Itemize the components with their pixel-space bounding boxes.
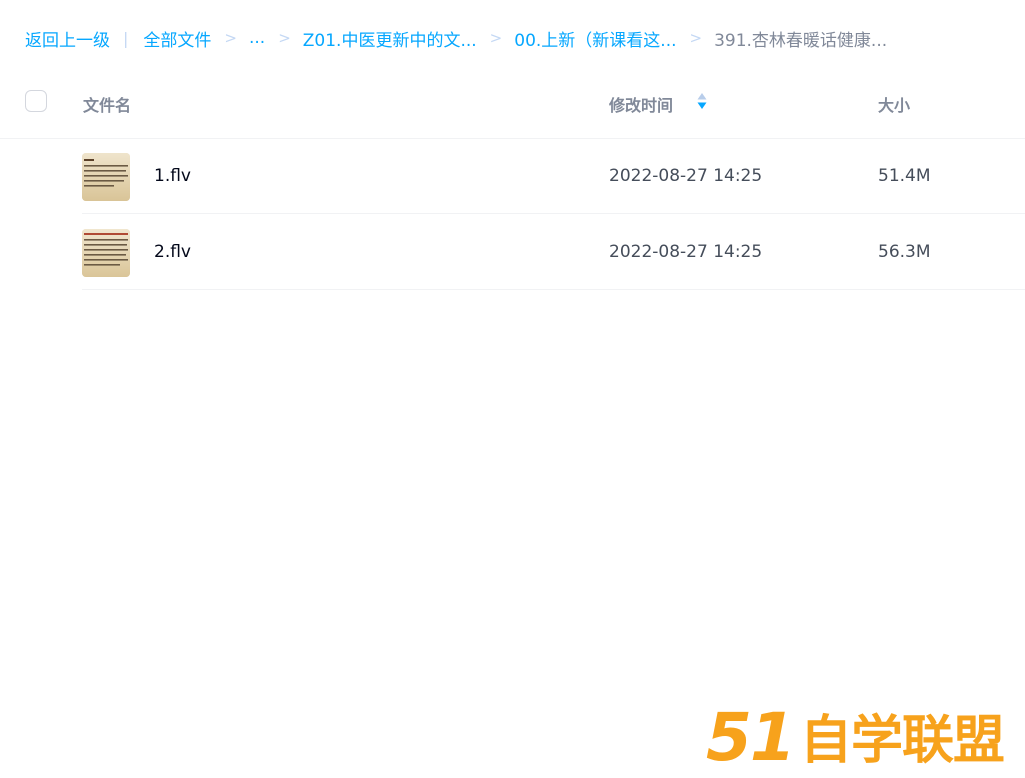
breadcrumb-ellipsis[interactable]: ... bbox=[249, 28, 265, 48]
file-list-header: 文件名 修改时间 大小 bbox=[0, 80, 1025, 139]
breadcrumb-all-files[interactable]: 全部文件 bbox=[143, 26, 211, 51]
file-name[interactable]: 1.flv bbox=[154, 166, 191, 186]
video-thumbnail-icon bbox=[82, 229, 130, 277]
file-row[interactable]: 1.flv 2022-08-27 14:25 51.4M bbox=[82, 138, 1025, 214]
breadcrumb-current: 391.杏林春暖话健康... bbox=[714, 30, 888, 51]
file-name[interactable]: 2.flv bbox=[154, 242, 191, 262]
svg-text:自学联盟: 自学联盟 bbox=[800, 711, 1004, 771]
column-header-name[interactable]: 文件名 bbox=[83, 92, 131, 116]
file-modified-time: 2022-08-27 14:25 bbox=[609, 166, 763, 186]
breadcrumb: 返回上一级 | 全部文件 > ... > Z01.中医更新中的文... > 00… bbox=[25, 24, 887, 52]
chevron-right-icon: > bbox=[489, 29, 503, 47]
video-thumbnail-icon bbox=[82, 153, 130, 201]
column-header-modified[interactable]: 修改时间 bbox=[609, 92, 673, 116]
chevron-right-icon: > bbox=[278, 29, 291, 47]
file-modified-time: 2022-08-27 14:25 bbox=[609, 242, 763, 262]
sort-icon[interactable] bbox=[697, 92, 707, 110]
back-link[interactable]: 返回上一级 bbox=[25, 26, 110, 51]
watermark-logo: 51 自学联盟 bbox=[706, 699, 1005, 772]
file-row[interactable]: 2.flv 2022-08-27 14:25 56.3M bbox=[82, 214, 1025, 290]
breadcrumb-level-2[interactable]: 00.上新（新课看这... bbox=[514, 26, 676, 51]
chevron-right-icon: > bbox=[689, 29, 703, 47]
select-all-checkbox[interactable] bbox=[25, 90, 47, 112]
breadcrumb-level-1[interactable]: Z01.中医更新中的文... bbox=[303, 26, 477, 51]
breadcrumb-divider: | bbox=[123, 28, 129, 48]
file-size: 56.3M bbox=[878, 242, 931, 262]
svg-text:51: 51 bbox=[706, 699, 794, 772]
file-size: 51.4M bbox=[878, 166, 931, 186]
chevron-right-icon: > bbox=[224, 29, 237, 47]
column-header-size[interactable]: 大小 bbox=[878, 92, 910, 116]
